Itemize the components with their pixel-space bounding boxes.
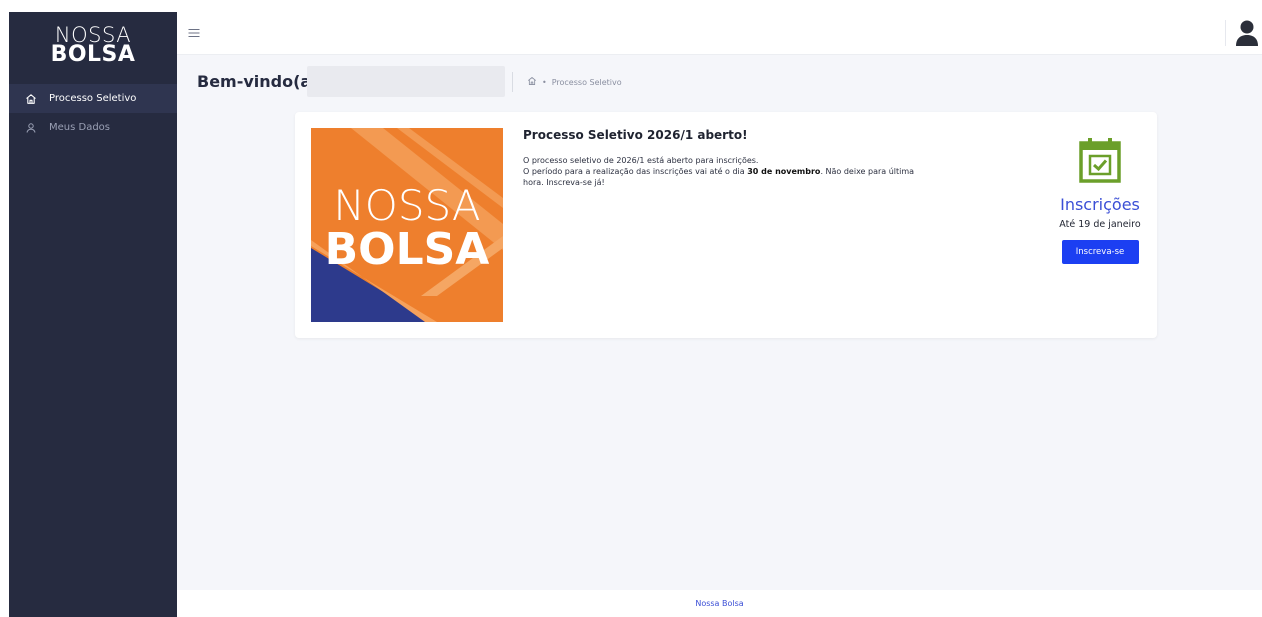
main-content: Bem-vindo(a), • Processo Seletivo NOSSA … <box>177 55 1262 590</box>
breadcrumb-separator: • <box>542 77 547 87</box>
card-title: Processo Seletivo 2026/1 aberto! <box>523 128 748 142</box>
nossa-bolsa-banner: NOSSA BOLSA <box>311 128 503 322</box>
sidebar: NOSSA BOLSA Processo Seletivo Meus Dados <box>9 12 177 617</box>
home-icon[interactable] <box>527 76 537 88</box>
brand-logo[interactable]: NOSSA BOLSA <box>9 12 177 78</box>
processo-card: NOSSA BOLSA Processo Seletivo 2026/1 abe… <box>295 112 1157 338</box>
sidebar-nav: Processo Seletivo Meus Dados <box>9 84 177 142</box>
sidebar-item-label: Processo Seletivo <box>49 93 137 104</box>
description-line-1: O processo seletivo de 2026/1 está abert… <box>523 156 759 165</box>
welcome-heading: Bem-vindo(a), <box>197 72 325 91</box>
description-deadline: 30 de novembro <box>747 167 821 176</box>
breadcrumb-current: Processo Seletivo <box>551 77 622 87</box>
footer-link[interactable]: Nossa Bolsa <box>695 599 743 608</box>
breadcrumb: • Processo Seletivo <box>527 76 622 88</box>
breadcrumb-divider <box>512 72 513 92</box>
inscricoes-panel: Inscrições Até 19 de janeiro Inscreva-se <box>1040 136 1160 264</box>
sidebar-item-processo-seletivo[interactable]: Processo Seletivo <box>9 84 177 113</box>
banner-logo-line-2: BOLSA <box>325 224 490 275</box>
inscricoes-title: Inscrições <box>1060 195 1140 214</box>
user-name-placeholder <box>307 66 505 97</box>
footer: Nossa Bolsa <box>177 590 1262 617</box>
inscricoes-date: Até 19 de janeiro <box>1059 219 1141 230</box>
sidebar-item-meus-dados[interactable]: Meus Dados <box>9 113 177 142</box>
brand-line-2: BOLSA <box>50 41 136 67</box>
banner-logo-line-1: NOSSA <box>333 181 480 230</box>
user-icon <box>25 122 37 134</box>
top-header <box>177 12 1262 55</box>
inscreva-se-button[interactable]: Inscreva-se <box>1061 240 1139 264</box>
sidebar-item-label: Meus Dados <box>49 122 111 133</box>
description-line-2-start: O período para a realização das inscriçõ… <box>523 167 748 176</box>
calendar-check-icon <box>1078 136 1122 184</box>
card-description: O processo seletivo de 2026/1 está abert… <box>523 155 923 188</box>
header-divider <box>1225 20 1226 46</box>
user-avatar-icon[interactable] <box>1234 19 1260 47</box>
home-icon <box>25 93 37 105</box>
hamburger-icon[interactable] <box>187 26 201 40</box>
